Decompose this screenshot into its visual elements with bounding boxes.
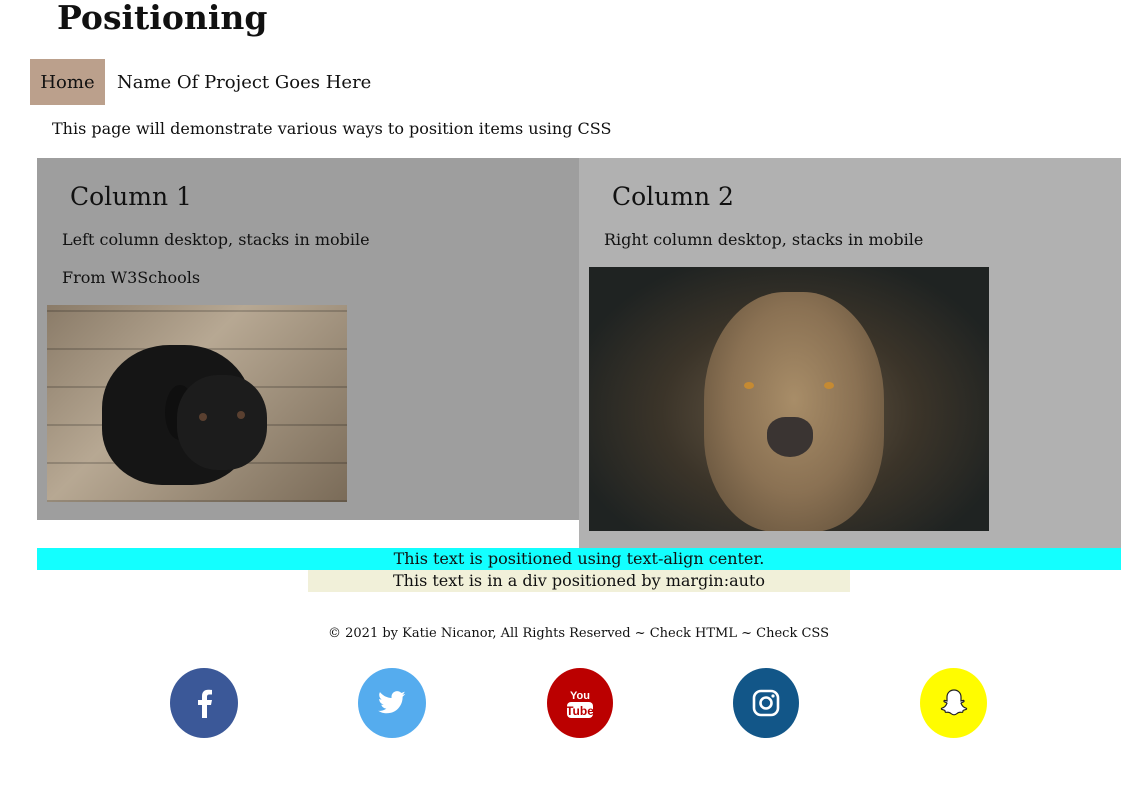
puppy-photo <box>47 305 347 502</box>
copyright-text: © 2021 by Katie Nicanor, All Rights Rese… <box>328 626 650 641</box>
instagram-icon <box>752 689 780 717</box>
column-1-text: Left column desktop, stacks in mobile <box>62 230 370 249</box>
facebook-icon <box>198 689 212 718</box>
instagram-button[interactable] <box>733 668 799 738</box>
page-title: Positioning <box>57 0 268 37</box>
column-2-text: Right column desktop, stacks in mobile <box>604 230 924 249</box>
svg-text:Tube: Tube <box>566 704 594 718</box>
twitter-button[interactable] <box>358 668 426 738</box>
footer: © 2021 by Katie Nicanor, All Rights Rese… <box>0 626 1145 641</box>
snapchat-icon <box>940 689 967 716</box>
youtube-icon: You Tube <box>566 690 594 718</box>
svg-text:You: You <box>570 690 590 702</box>
check-html-link[interactable]: Check HTML <box>650 626 737 641</box>
intro-text: This page will demonstrate various ways … <box>52 119 612 138</box>
column-1-heading: Column 1 <box>70 182 192 211</box>
column-2: Column 2 Right column desktop, stacks in… <box>579 158 1121 548</box>
nav-home-link[interactable]: Home <box>30 59 105 105</box>
top-nav: Home Name Of Project Goes Here <box>30 59 371 105</box>
column-2-heading: Column 2 <box>612 182 734 211</box>
youtube-button[interactable]: You Tube <box>547 668 613 738</box>
lioness-photo <box>589 267 989 531</box>
facebook-button[interactable] <box>170 668 238 738</box>
check-css-link[interactable]: Check CSS <box>756 626 829 641</box>
column-1-source: From W3Schools <box>62 268 201 287</box>
column-1: Column 1 Left column desktop, stacks in … <box>37 158 579 520</box>
twitter-icon <box>378 691 406 714</box>
nav-project-link[interactable]: Name Of Project Goes Here <box>117 72 371 93</box>
text-align-center-banner: This text is positioned using text-align… <box>37 548 1121 570</box>
snapchat-button[interactable] <box>920 668 987 738</box>
footer-separator: ~ <box>736 626 757 641</box>
margin-auto-box: This text is in a div positioned by marg… <box>308 570 850 592</box>
